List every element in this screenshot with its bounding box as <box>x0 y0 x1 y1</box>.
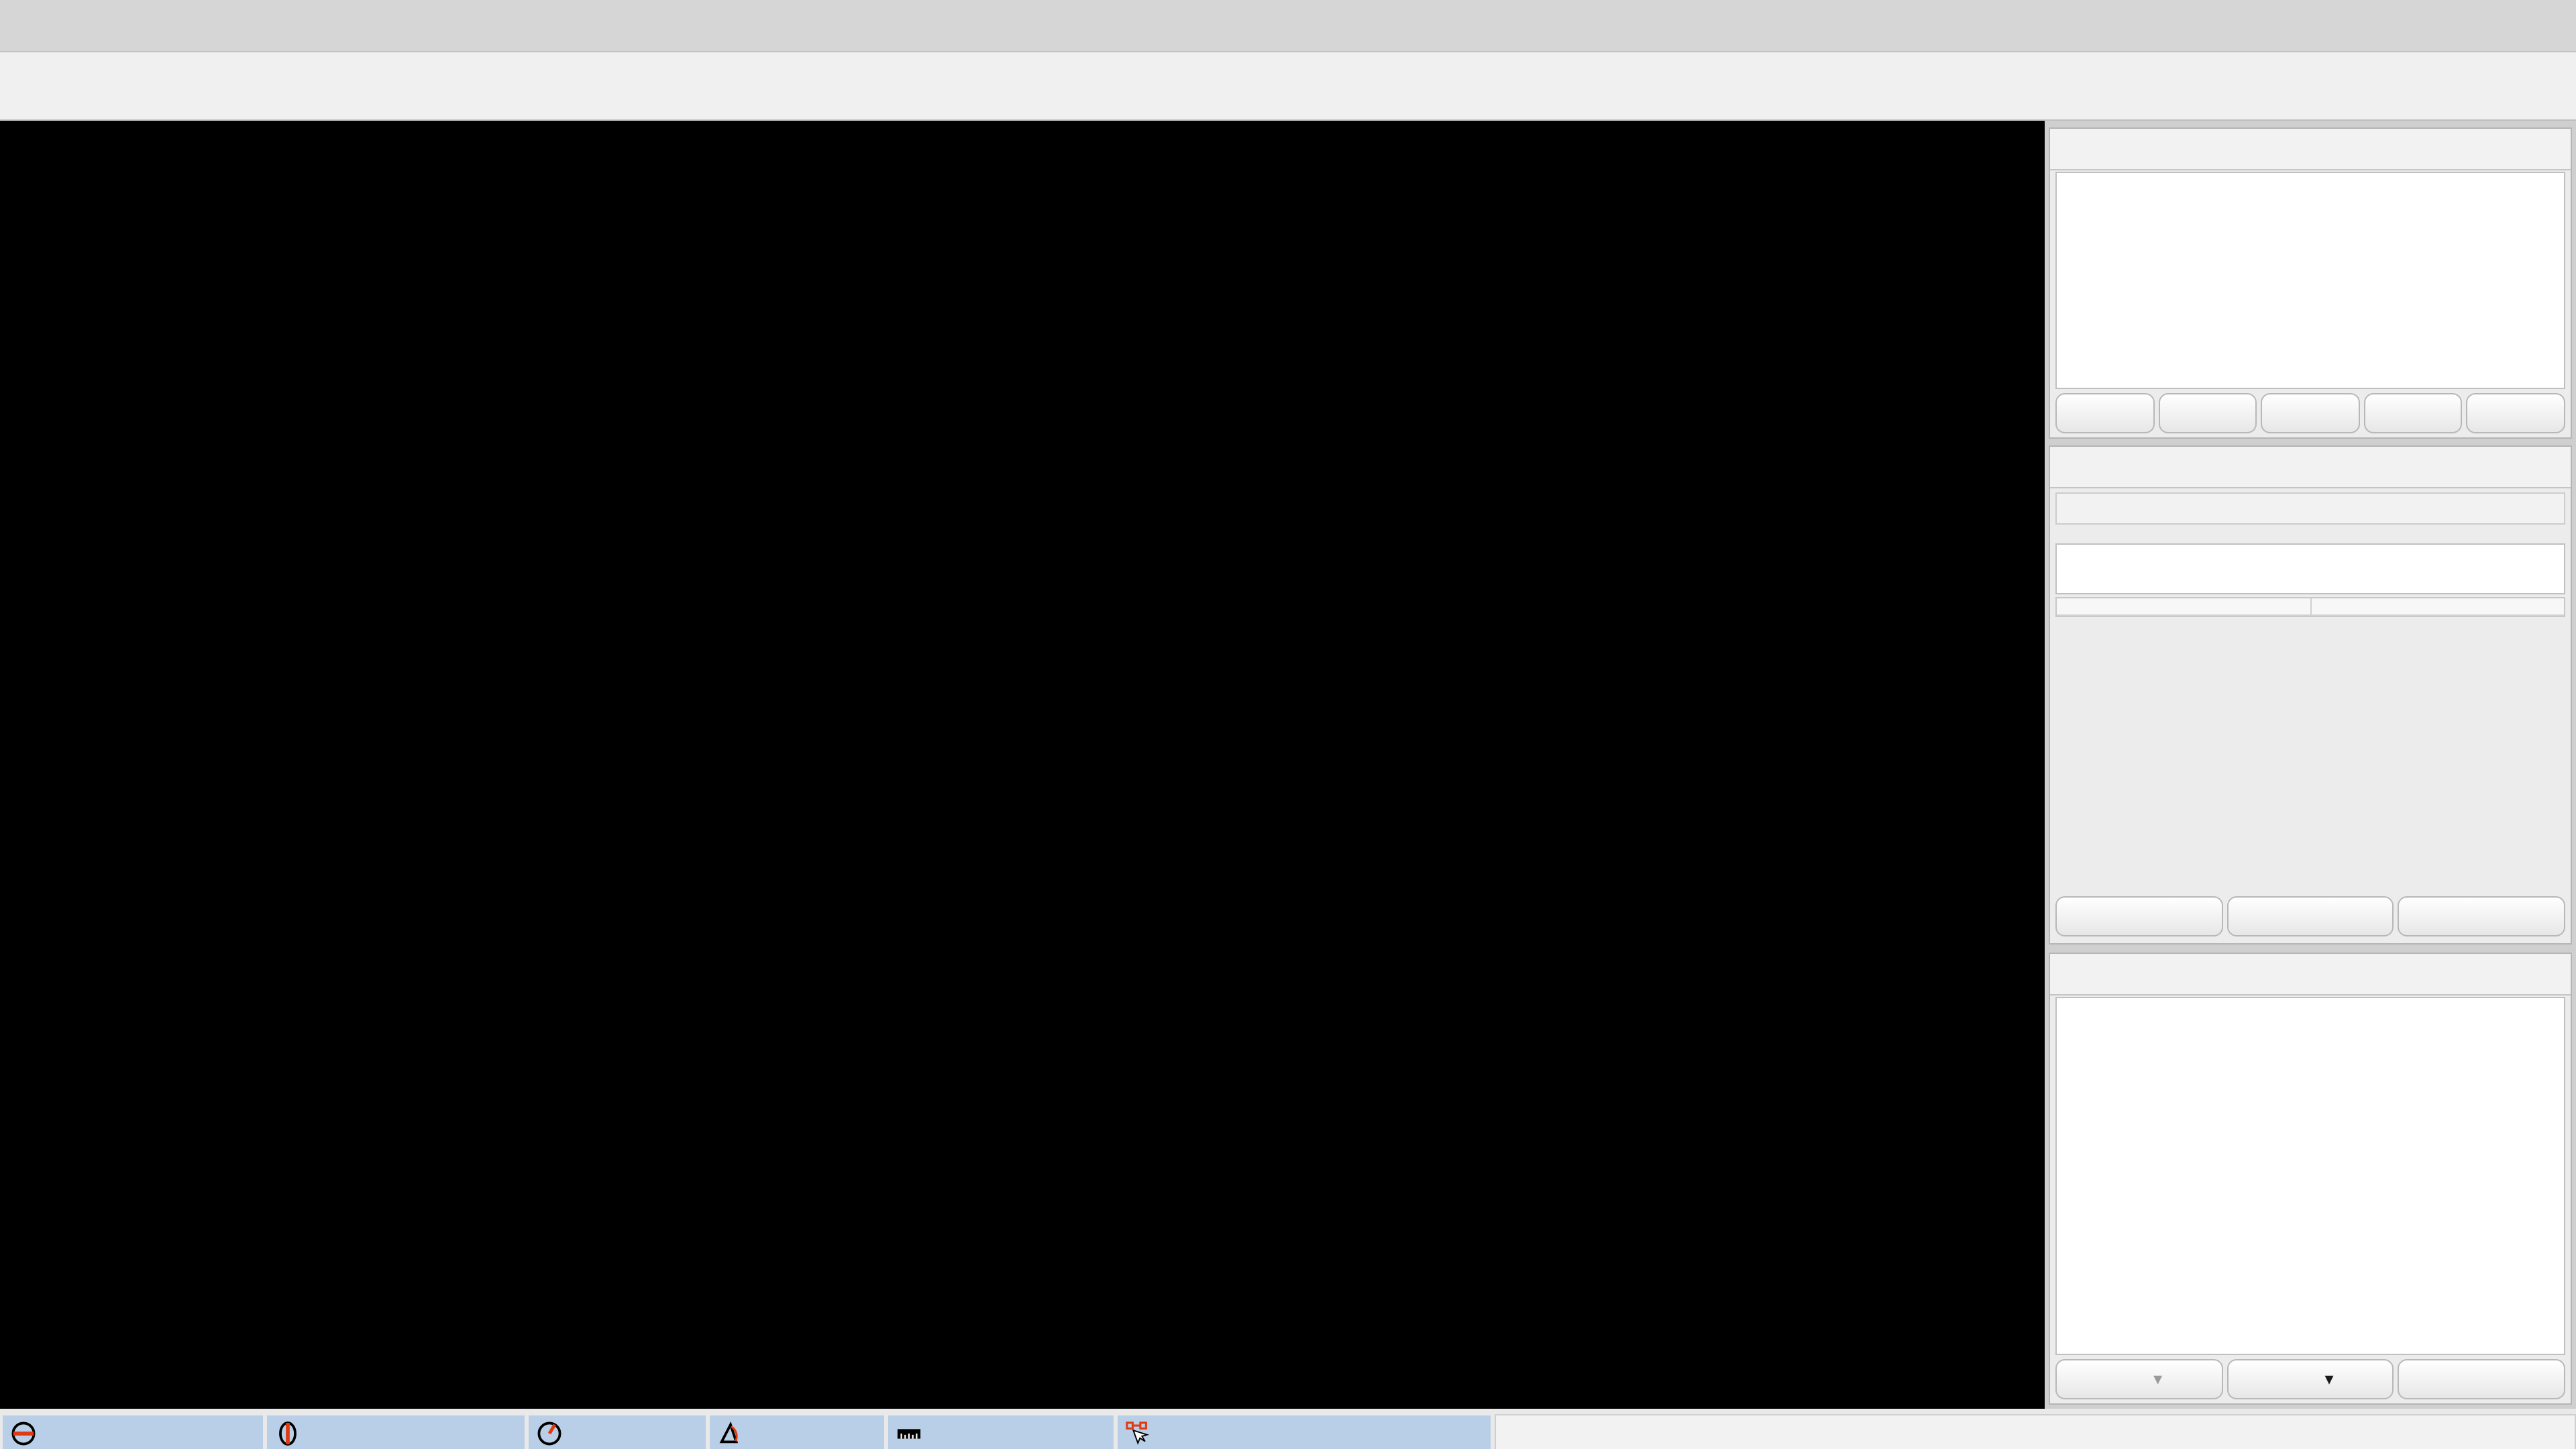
selection-icon <box>2090 961 2117 987</box>
josm-window: ▾ ▾ <box>0 0 2576 1449</box>
dock-sidebar: ▾ ▾ <box>2045 121 2576 1409</box>
collapse-icon <box>2058 137 2080 158</box>
pin-icon <box>2506 137 2528 158</box>
layers-panel <box>2049 127 2572 439</box>
layer-visibility-button[interactable] <box>2364 393 2463 433</box>
history-button[interactable] <box>2398 1359 2565 1399</box>
history-icon <box>2466 1367 2490 1391</box>
eye-icon <box>2401 401 2425 425</box>
tag-edit-button[interactable] <box>2226 896 2394 936</box>
plus-icon <box>2125 906 2147 927</box>
trash-icon <box>2467 906 2489 927</box>
close-icon <box>2541 137 2563 158</box>
tag-table-header <box>2057 598 2564 616</box>
close-panel-button[interactable] <box>2538 453 2565 480</box>
object-cursor-icon <box>1126 1420 1151 1446</box>
layer-row[interactable] <box>2057 173 2564 216</box>
tag-icon <box>2090 453 2117 480</box>
layer-delete-button[interactable] <box>2467 393 2565 433</box>
heading-field <box>529 1415 706 1449</box>
heading-icon <box>537 1420 562 1446</box>
collapse-button[interactable] <box>2055 961 2082 987</box>
close-panel-button[interactable] <box>2538 136 2565 162</box>
layers-icon <box>2090 136 2117 162</box>
pin-button[interactable] <box>2504 136 2530 162</box>
pin-button[interactable] <box>2504 453 2530 480</box>
park-preset-icon <box>2062 498 2084 519</box>
collapse-icon <box>2058 962 2080 983</box>
collapse-button[interactable] <box>2055 136 2082 162</box>
pin-icon <box>2506 962 2528 983</box>
layer-active-icon[interactable] <box>2070 182 2094 207</box>
object-field <box>1118 1415 1491 1449</box>
closed-way-icon <box>2062 1005 2086 1029</box>
membership-box <box>2055 543 2565 594</box>
longitude-icon <box>275 1420 301 1446</box>
column-key[interactable] <box>2057 598 2311 614</box>
merge-layers-icon <box>2298 401 2322 425</box>
layer-visible-icon[interactable] <box>2145 182 2169 207</box>
up-arrow-icon <box>2093 401 2117 425</box>
distance-field <box>888 1415 1114 1449</box>
selection-mode-button[interactable]: ▾ <box>2055 1359 2222 1399</box>
down-arrow-icon <box>2196 401 2220 425</box>
angle-icon <box>718 1420 743 1446</box>
tag-delete-button[interactable] <box>2398 896 2565 936</box>
column-value[interactable] <box>2311 598 2564 614</box>
latitude-field <box>3 1415 263 1449</box>
search-button[interactable]: ▾ <box>2226 1359 2394 1399</box>
select-icon <box>2116 1367 2140 1391</box>
collapse-icon <box>2058 455 2080 476</box>
close-icon <box>2541 455 2563 476</box>
menu-bar <box>0 0 2576 52</box>
search-icon <box>2287 1367 2311 1391</box>
layer-merge-button[interactable] <box>2261 393 2359 433</box>
toolbar <box>0 52 2576 121</box>
trash-icon <box>2504 401 2528 425</box>
tags-panel <box>2049 445 2572 945</box>
close-icon <box>2541 962 2563 983</box>
pin-icon <box>2506 455 2528 476</box>
help-hint <box>1495 1414 2576 1449</box>
selection-panel: ▾ ▾ <box>2049 953 2572 1405</box>
data-layer-icon <box>2186 182 2210 207</box>
status-bar <box>0 1409 2576 1449</box>
close-panel-button[interactable] <box>2538 961 2565 987</box>
map-canvas[interactable] <box>0 121 2045 1409</box>
pencil-icon <box>2296 906 2318 927</box>
longitude-field <box>267 1415 525 1449</box>
collapse-button[interactable] <box>2055 453 2082 480</box>
layer-down-button[interactable] <box>2158 393 2257 433</box>
tag-add-button[interactable] <box>2055 896 2222 936</box>
selection-list-item[interactable] <box>2057 998 2564 1036</box>
preset-link[interactable] <box>2055 492 2565 525</box>
latitude-icon <box>11 1420 36 1446</box>
layer-up-button[interactable] <box>2055 393 2154 433</box>
ruler-icon <box>896 1420 922 1446</box>
angle-field <box>710 1415 884 1449</box>
pin-button[interactable] <box>2504 961 2530 987</box>
